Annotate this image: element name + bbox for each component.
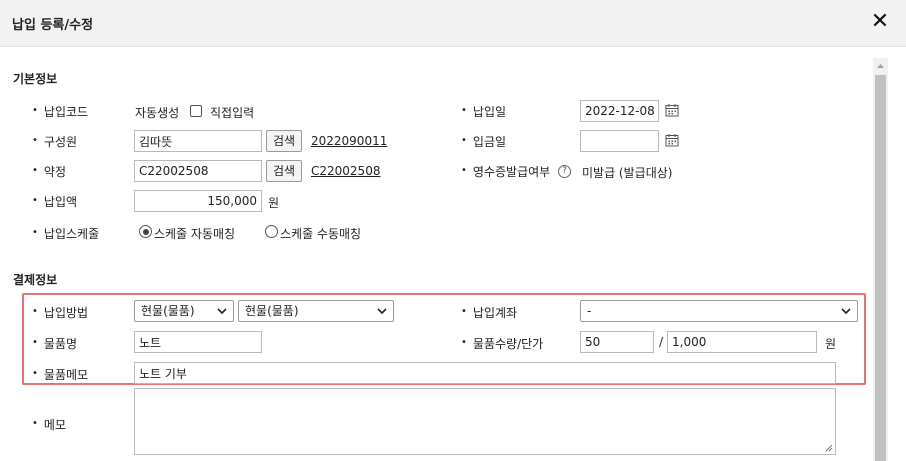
calendar-icon[interactable] bbox=[665, 103, 679, 117]
payment-code-label: • 납입코드 bbox=[32, 105, 89, 119]
schedule-auto-label: 스케줄 자동매칭 bbox=[154, 227, 236, 241]
qty-price-label: • 물품수량/단가 bbox=[461, 337, 544, 351]
item-memo-input[interactable] bbox=[134, 362, 836, 384]
right-edge bbox=[888, 47, 906, 461]
pledge-input[interactable] bbox=[134, 160, 262, 182]
item-name-label: • 물품명 bbox=[32, 337, 78, 351]
help-icon[interactable]: ? bbox=[558, 165, 571, 178]
pledge-code-link[interactable]: C22002508 bbox=[311, 164, 380, 178]
chevron-down-icon bbox=[841, 308, 851, 315]
amount-unit: 원 bbox=[268, 196, 280, 210]
resize-grip-icon[interactable] bbox=[825, 444, 833, 452]
dialog-titlebar: 납입 등록/수정 ✕ bbox=[0, 0, 906, 47]
pledge-search-button[interactable]: 검색 bbox=[266, 160, 303, 182]
section-payment-title: 결제정보 bbox=[13, 273, 58, 287]
auto-generate-text: 자동생성 bbox=[135, 106, 180, 120]
pledge-label: • 약정 bbox=[32, 165, 66, 179]
member-label: • 구성원 bbox=[32, 135, 78, 149]
price-unit: 원 bbox=[825, 337, 837, 351]
direct-input-checkbox[interactable] bbox=[190, 105, 202, 117]
chevron-down-icon bbox=[217, 308, 227, 315]
section-basic-title: 기본정보 bbox=[13, 72, 58, 86]
member-input[interactable] bbox=[134, 130, 262, 152]
member-search-button[interactable]: 검색 bbox=[266, 130, 303, 152]
receipt-label: • 영수증발급여부 bbox=[461, 165, 551, 179]
direct-input-label: 직접입력 bbox=[210, 106, 255, 120]
schedule-label: • 납입스케줄 bbox=[32, 227, 100, 241]
close-button[interactable]: ✕ bbox=[868, 10, 892, 34]
member-code-link[interactable]: 2022090011 bbox=[311, 134, 387, 148]
receipt-status: 미발급 (발급대상) bbox=[582, 166, 673, 180]
method-select-2[interactable]: 현물(물품) bbox=[238, 300, 394, 322]
schedule-manual-label: 스케줄 수동매칭 bbox=[280, 227, 362, 241]
qty-price-separator: / bbox=[659, 335, 664, 349]
payment-date-input[interactable] bbox=[580, 100, 659, 122]
qty-input[interactable] bbox=[580, 331, 654, 353]
schedule-manual-radio[interactable] bbox=[265, 225, 278, 238]
method-select-1[interactable]: 현물(물품) bbox=[134, 300, 234, 322]
dialog-title: 납입 등록/수정 bbox=[12, 18, 94, 33]
schedule-auto-radio[interactable] bbox=[139, 225, 152, 238]
amount-label: • 납입액 bbox=[32, 195, 78, 209]
item-name-input[interactable] bbox=[134, 331, 262, 353]
item-memo-label: • 물품메모 bbox=[32, 368, 89, 382]
deposit-date-input[interactable] bbox=[580, 130, 659, 152]
method-select-2-value: 현물(물품) bbox=[245, 304, 299, 318]
vertical-scrollbar[interactable] bbox=[873, 58, 888, 461]
scrollbar-thumb[interactable] bbox=[875, 75, 886, 461]
chevron-down-icon bbox=[377, 308, 387, 315]
deposit-date-label: • 입금일 bbox=[461, 135, 507, 149]
scroll-up-arrow-icon[interactable] bbox=[873, 58, 888, 74]
memo-label: • 메모 bbox=[32, 418, 66, 432]
method-label: • 납입방법 bbox=[32, 306, 89, 320]
calendar-icon[interactable] bbox=[665, 133, 679, 147]
account-label: • 납입계좌 bbox=[461, 306, 518, 320]
account-select-value: - bbox=[587, 304, 592, 318]
amount-input[interactable] bbox=[134, 190, 262, 212]
price-input[interactable] bbox=[667, 331, 817, 353]
account-select[interactable]: - bbox=[580, 300, 858, 322]
method-select-1-value: 현물(물품) bbox=[141, 304, 195, 318]
payment-date-label: • 납입일 bbox=[461, 105, 507, 119]
memo-textarea[interactable] bbox=[134, 388, 836, 455]
